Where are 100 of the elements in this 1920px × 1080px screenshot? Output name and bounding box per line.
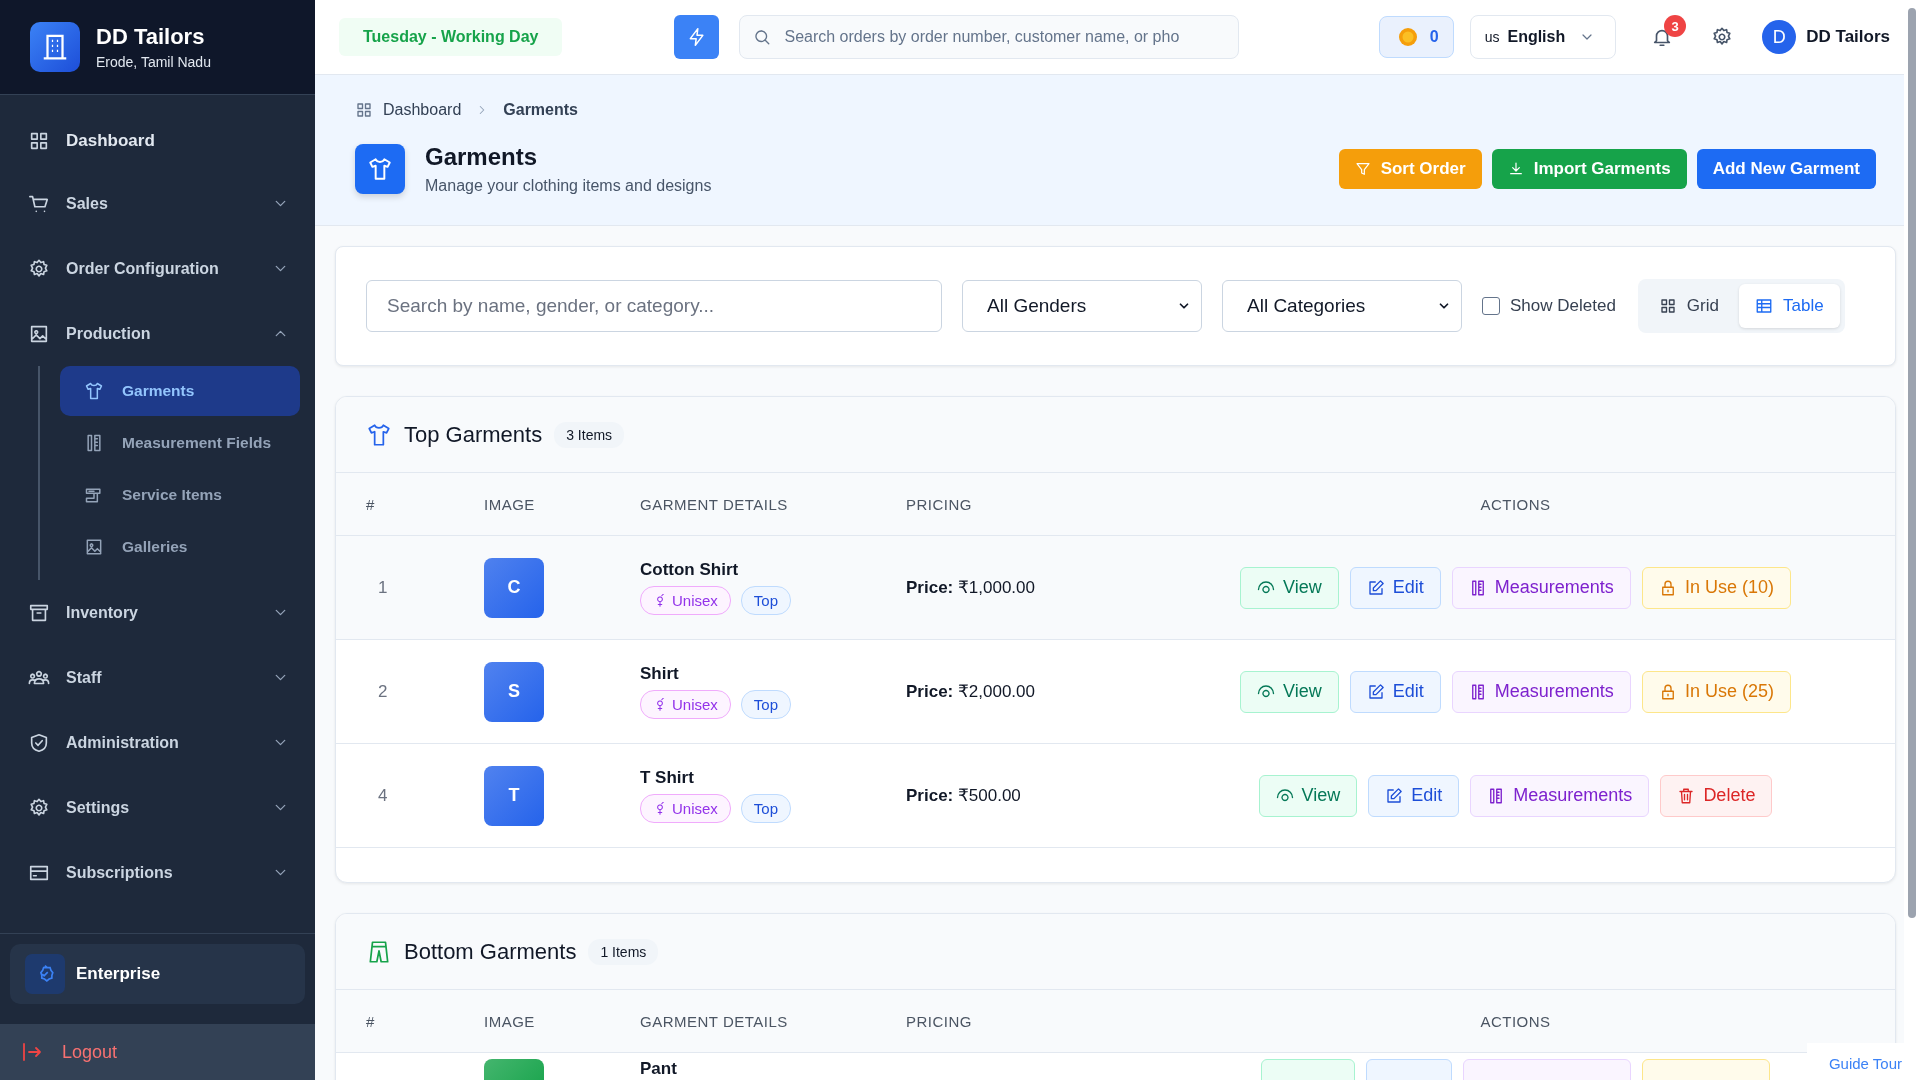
grid-icon [1658,297,1677,315]
gender-tag: Unisex [640,794,731,823]
garment-search-field[interactable]: Search by name, gender, or category... [366,280,942,332]
image-icon [84,537,104,557]
sidebar-item[interactable]: Order Configuration [0,236,315,301]
column-header: IMAGE [484,1012,536,1030]
add-button[interactable]: Add New Garment [1696,149,1876,189]
business-location: Erode, Tamil Nadu [96,54,211,70]
gender-select[interactable]: All Genders [962,280,1202,332]
edit-icon [1366,578,1385,597]
table-row[interactable]: 2 S Shirt Unisex Top Price: ₹2,000.00 View Edit Measurements In Use (25) [336,640,1895,744]
view-tab[interactable]: Grid [1642,284,1735,328]
sidebar-item[interactable]: Staff [0,645,315,710]
sidebar-subitem[interactable]: Measurement Fields [60,418,300,468]
shirt-tile-icon [355,144,405,194]
garment-price: Price: ₹500.00 [906,786,1021,805]
business-name: DD Tailors [96,24,206,50]
sidebar-item[interactable]: Production [0,301,315,366]
row-number: 4 [378,785,388,805]
category-tag: Top [740,690,792,719]
sidebar-item[interactable]: Inventory [0,580,315,645]
garment-name: Pant [640,1059,677,1079]
garment-name: Shirt [640,664,679,684]
funnel-icon [1354,161,1371,177]
logout-icon [20,1040,44,1064]
view-button[interactable]: View [1240,566,1339,609]
item-count: 3 Items [554,421,625,448]
table-row[interactable]: 1 C Cotton Shirt Unisex Top Price: ₹1,000.00 View Edit Measurements In Use (10) [336,536,1895,640]
logout-button[interactable]: Logout [0,1024,315,1080]
view-tab[interactable]: Table [1738,284,1840,328]
grid-icon [28,130,50,152]
breadcrumb-item: Garments [503,101,578,119]
breadcrumb-item[interactable]: Dashboard [383,101,462,119]
garment-price: Price: ₹1,000.00 [906,578,1035,597]
delete-button[interactable]: Delete [1660,774,1773,817]
user-avatar: D [1762,20,1797,54]
import-button[interactable]: Import Garments [1491,149,1687,189]
edit-button[interactable]: Edit [1368,774,1460,817]
user-menu[interactable]: D DD Tailors [1762,20,1890,54]
view-button[interactable]: View [1240,670,1339,713]
coin-balance[interactable]: 0 [1378,16,1454,58]
item-count: 1 Items [588,938,659,965]
notification-count: 3 [1664,15,1687,37]
machine-icon [84,485,104,505]
column-header: ACTIONS [1479,495,1552,513]
search-icon [753,28,772,46]
column-header: # [366,1012,376,1030]
category-select[interactable]: All Categories [1222,280,1462,332]
show-deleted-label: Show Deleted [1510,296,1616,316]
measurements-button[interactable]: Measurements [1451,566,1631,609]
show-deleted-checkbox[interactable] [1482,297,1500,315]
column-header: PRICING [906,495,973,513]
garment-thumbnail: S [484,661,544,722]
column-header: IMAGE [484,495,536,513]
sidebar-item[interactable]: Subscriptions [0,840,315,905]
gender-tag: Unisex [640,586,731,615]
grid-icon [355,101,373,119]
section-title: Bottom Garments [404,938,577,965]
garment-price: Price: ₹2,000.00 [906,682,1035,701]
category-tag: Top [740,794,792,823]
sidebar-item[interactable]: Dashboard [0,111,315,171]
download-icon [1507,161,1524,177]
plan-card[interactable]: Enterprise [10,944,305,1004]
table-row[interactable]: 4 T T Shirt Unisex Top Price: ₹500.00 View Edit Measurements Delete [336,744,1895,848]
view-button[interactable]: View [1258,774,1358,817]
sidebar-subitem[interactable]: Galleries [60,522,300,572]
table-icon [1754,297,1773,315]
gender-tag: Unisex [640,690,731,719]
row-number: 2 [378,681,388,701]
plan-name: Enterprise [76,964,161,984]
language-select[interactable]: us English [1469,15,1617,59]
edit-icon [1366,682,1385,701]
edit-button[interactable]: Edit [1349,670,1441,713]
page-title: Garments [425,143,539,171]
building-logo-icon [30,22,80,72]
edit-icon [1385,786,1404,805]
sidebar-item[interactable]: Administration [0,710,315,775]
measurements-button[interactable]: Measurements [1451,670,1631,713]
shield-icon [28,731,50,754]
row-number: 1 [378,577,388,597]
measurements-button[interactable]: Measurements [1470,774,1650,817]
verified-badge-icon [25,954,65,994]
sidebar-item[interactable]: Settings [0,775,315,840]
edit-button[interactable]: Edit [1349,566,1441,609]
column-header: GARMENT DETAILS [640,495,789,513]
column-header: ACTIONS [1479,1012,1552,1030]
column-header: PRICING [906,1012,973,1030]
day-status: Tuesday - Working Day [339,18,563,56]
garment-thumbnail: C [484,557,544,618]
sidebar-subitem[interactable]: Garments [60,366,300,416]
quick-action-button[interactable] [674,15,720,59]
trash-icon [1677,786,1696,805]
search-field[interactable]: Search orders by order number, customer name, or pho [739,15,1240,59]
settings-icon [1711,26,1734,48]
sidebar-subitem[interactable]: Service Items [60,470,300,520]
column-header: GARMENT DETAILS [640,1012,789,1030]
sidebar-item[interactable]: Sales [0,171,315,236]
garment-name: Cotton Shirt [640,560,739,580]
category-tag: Top [740,586,792,615]
page-subtitle: Manage your clothing items and designs [425,177,712,195]
